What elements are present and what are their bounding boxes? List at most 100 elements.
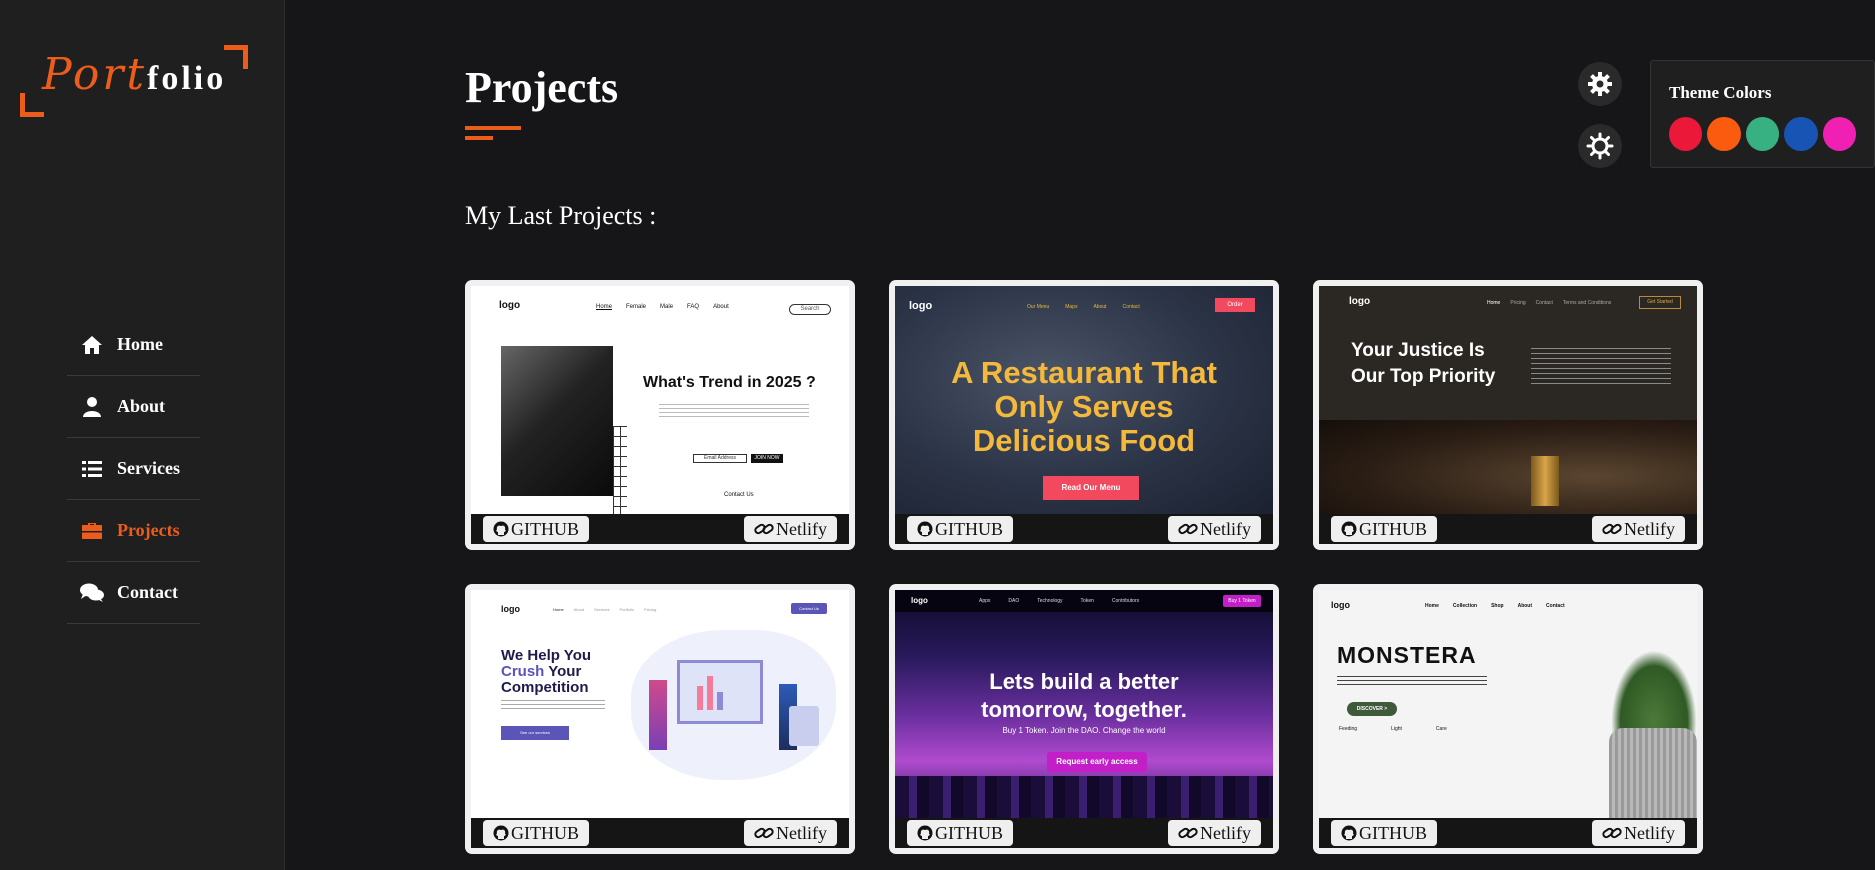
github-icon bbox=[917, 521, 933, 537]
shot-photo bbox=[1319, 420, 1697, 514]
github-button[interactable]: GITHUB bbox=[483, 820, 589, 846]
shot-nav: Home Pricing Contact Terms and Condition… bbox=[1487, 300, 1611, 306]
nav-item-services[interactable]: Services bbox=[67, 438, 200, 500]
nav-label-projects: Projects bbox=[117, 520, 180, 540]
shot-contact-button: Contact Us bbox=[791, 603, 827, 614]
project-card: logo Home Pricing Contact Terms and Cond… bbox=[1313, 280, 1703, 550]
settings-toggle-button[interactable] bbox=[1578, 62, 1622, 106]
netlify-label: Netlify bbox=[776, 518, 827, 539]
project-card-actions: GITHUB Netlify bbox=[895, 514, 1273, 544]
github-label: GITHUB bbox=[1359, 822, 1427, 843]
shot-nav-item: Pricing bbox=[644, 607, 657, 612]
netlify-button[interactable]: Netlify bbox=[1168, 820, 1261, 846]
shot-logo: logo bbox=[1331, 600, 1350, 610]
project-screenshot[interactable]: logo Our Menu Maps About Contact Order A… bbox=[895, 286, 1273, 514]
link-icon bbox=[1178, 827, 1198, 839]
github-icon bbox=[1341, 825, 1357, 841]
shot-headline-line: A Restaurant That bbox=[951, 355, 1217, 390]
sidebar: Portfolio Home About Services Projects C… bbox=[0, 0, 285, 870]
logo-corner-top-right bbox=[224, 45, 248, 69]
title-underline bbox=[465, 126, 521, 130]
shot-feature: Care bbox=[1435, 726, 1447, 732]
swatch-orange[interactable] bbox=[1707, 117, 1741, 151]
shot-nav-item: Home bbox=[1425, 603, 1439, 609]
shot-nav: Home Collection Shop About Contact bbox=[1425, 603, 1565, 609]
shot-nav-item: Contact bbox=[1535, 300, 1553, 306]
shot-pot bbox=[1609, 728, 1697, 818]
swatch-blue[interactable] bbox=[1784, 117, 1818, 151]
shot-cta: Read Our Menu bbox=[1043, 476, 1139, 500]
project-card-actions: GITHUB Netlify bbox=[1319, 818, 1697, 848]
nav-item-projects[interactable]: Projects bbox=[67, 500, 200, 562]
shot-paragraph bbox=[1531, 348, 1671, 384]
shot-headline-line: Our Top Priority bbox=[1351, 366, 1496, 387]
project-card-actions: GITHUB Netlify bbox=[471, 514, 849, 544]
project-screenshot[interactable]: logo Apps DAO Technology Token Contribut… bbox=[895, 590, 1273, 818]
github-button[interactable]: GITHUB bbox=[907, 516, 1013, 542]
shot-headline-line: Lets build a better bbox=[989, 669, 1179, 694]
netlify-button[interactable]: Netlify bbox=[744, 516, 837, 542]
project-screenshot[interactable]: logo Home Collection Shop About Contact … bbox=[1319, 590, 1697, 818]
logo-text-folio: folio bbox=[147, 60, 227, 97]
shot-cta: DISCOVER > bbox=[1347, 702, 1397, 716]
project-screenshot[interactable]: logo Home Pricing Contact Terms and Cond… bbox=[1319, 286, 1697, 514]
shot-chart-bar bbox=[697, 686, 703, 710]
netlify-button[interactable]: Netlify bbox=[744, 820, 837, 846]
project-screenshot[interactable]: logo Home Female Male FAQ About Search W… bbox=[471, 286, 849, 514]
netlify-label: Netlify bbox=[776, 822, 827, 843]
shot-nav-item: Male bbox=[660, 304, 674, 310]
logo-corner-bottom-left bbox=[20, 93, 44, 117]
shot-subtitle: Buy 1 Token. Join the DAO. Change the wo… bbox=[1002, 726, 1166, 735]
nav-label-services: Services bbox=[117, 458, 180, 478]
nav-label-about: About bbox=[117, 396, 166, 416]
nav-item-home[interactable]: Home bbox=[67, 314, 200, 376]
shot-nav-item: Home bbox=[1487, 300, 1501, 306]
link-icon bbox=[754, 523, 774, 535]
github-icon bbox=[493, 521, 509, 537]
github-label: GITHUB bbox=[511, 822, 579, 843]
swatch-pink[interactable] bbox=[1822, 117, 1857, 151]
theme-mode-toggle-button[interactable] bbox=[1578, 124, 1622, 168]
shot-contact: Contact Us bbox=[724, 492, 754, 498]
netlify-button[interactable]: Netlify bbox=[1592, 516, 1685, 542]
shot-paragraph bbox=[1337, 676, 1487, 688]
shot-nav-item: About bbox=[1517, 603, 1533, 609]
swatch-red[interactable] bbox=[1669, 117, 1703, 151]
shot-headline-line: Crush Your bbox=[501, 664, 591, 680]
swatch-green[interactable] bbox=[1745, 117, 1780, 151]
sun-icon bbox=[1586, 132, 1614, 160]
shot-nav-item: Token bbox=[1080, 598, 1094, 604]
shot-photo bbox=[501, 346, 613, 496]
shot-headline-line: Delicious Food bbox=[972, 423, 1196, 458]
shot-headline: Lets build a better tomorrow, together. bbox=[895, 668, 1273, 724]
github-button[interactable]: GITHUB bbox=[483, 516, 589, 542]
link-icon bbox=[1602, 827, 1622, 839]
project-screenshot[interactable]: logo Home About Services Portfolio Prici… bbox=[471, 590, 849, 818]
github-label: GITHUB bbox=[1359, 518, 1427, 539]
main-nav: Home About Services Projects Contact bbox=[67, 314, 200, 624]
shot-nav-item: DAO bbox=[1008, 598, 1020, 604]
shot-nav-item: Services bbox=[594, 607, 610, 612]
shot-nav-item: Female bbox=[626, 304, 647, 310]
nav-item-contact[interactable]: Contact bbox=[67, 562, 200, 624]
nav-item-about[interactable]: About bbox=[67, 376, 200, 438]
shot-order-button: Order bbox=[1215, 298, 1255, 312]
shot-chart-bar bbox=[717, 692, 723, 710]
github-button[interactable]: GITHUB bbox=[1331, 820, 1437, 846]
netlify-button[interactable]: Netlify bbox=[1592, 820, 1685, 846]
shot-nav-item: Contributors bbox=[1111, 598, 1140, 604]
project-card-actions: GITHUB Netlify bbox=[895, 818, 1273, 848]
shot-headline-accent: Crush bbox=[501, 663, 545, 680]
comments-icon bbox=[80, 583, 104, 603]
shot-headline-line: We Help You bbox=[501, 647, 592, 664]
github-icon bbox=[917, 825, 933, 841]
link-icon bbox=[1178, 523, 1198, 535]
netlify-button[interactable]: Netlify bbox=[1168, 516, 1261, 542]
shot-gavel bbox=[1531, 456, 1559, 506]
github-button[interactable]: GITHUB bbox=[907, 820, 1013, 846]
shot-join: JOIN NOW bbox=[751, 454, 783, 463]
github-button[interactable]: GITHUB bbox=[1331, 516, 1437, 542]
github-icon bbox=[493, 825, 509, 841]
portfolio-logo[interactable]: Portfolio bbox=[20, 45, 248, 117]
shot-paragraph bbox=[659, 404, 809, 420]
